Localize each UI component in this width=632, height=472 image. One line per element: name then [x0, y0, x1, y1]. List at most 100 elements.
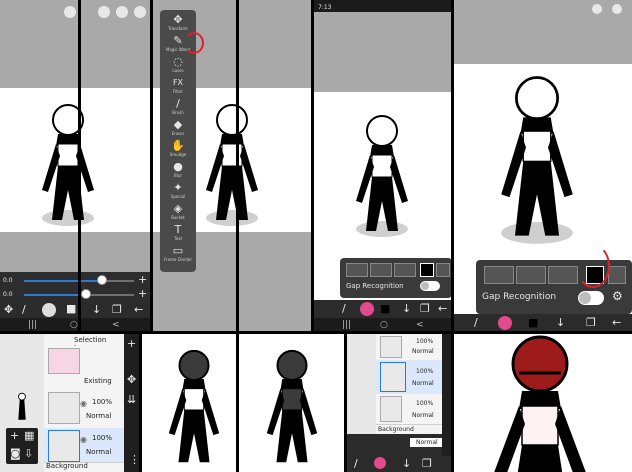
arrow-down-icon[interactable]: ↓	[402, 303, 411, 315]
gap-recognition-toggle[interactable]	[578, 291, 604, 305]
nav-back-button[interactable]: <	[416, 318, 424, 332]
layer-row[interactable]: 100% Normal	[376, 334, 442, 361]
panel-canvas-sliders: 0.0 + 0.0 + ✥ / ■ ↓ ❐ ← ||| ○ <	[0, 0, 152, 332]
gear-icon[interactable]: ⚙	[612, 290, 623, 302]
brush-icon[interactable]: /	[342, 303, 346, 315]
arrow-down-icon[interactable]: ↓	[402, 458, 411, 470]
select-new-button[interactable]	[346, 263, 368, 277]
character-drawing	[356, 115, 408, 237]
nav-recents-button[interactable]: |||	[28, 318, 37, 332]
color-wheel-icon[interactable]	[374, 457, 386, 469]
tool-filter[interactable]: FX Filter	[160, 77, 196, 94]
character-thumbnail	[18, 392, 26, 420]
separator	[344, 334, 347, 472]
layer-opacity: 100%	[92, 434, 113, 442]
color-swatch-icon[interactable]: ■	[528, 317, 538, 329]
slider-2-knob[interactable]	[80, 289, 91, 299]
color-swatch-icon[interactable]: ■	[66, 303, 76, 315]
layer-row[interactable]: ◉ 100% Normal	[44, 388, 124, 429]
merge-icon[interactable]: ⇊	[127, 394, 136, 406]
back-arrow-icon[interactable]: ←	[134, 304, 143, 316]
layers-icon[interactable]: ❐	[422, 458, 432, 470]
layer-row-selected[interactable]: ◉ 100% Normal	[44, 428, 124, 463]
palette-icon[interactable]	[612, 4, 622, 14]
tool-frame-divider[interactable]: ▭ Frame Divider	[160, 245, 196, 263]
tool-blur[interactable]: ● Blur	[160, 161, 196, 179]
settings-icon[interactable]	[98, 6, 110, 18]
back-arrow-icon[interactable]: ←	[438, 303, 447, 315]
layer-blend: Normal	[412, 380, 434, 387]
share-icon[interactable]	[64, 6, 76, 18]
character-drawing-dark	[266, 349, 318, 463]
tool-eraser[interactable]: ◆ Eraser	[160, 119, 196, 137]
canvas-top-area	[0, 0, 152, 88]
eye-icon[interactable]: ◉	[80, 434, 87, 446]
special-icon: ✦	[173, 181, 183, 194]
character-drawing	[206, 104, 258, 226]
grid-mode-button[interactable]	[608, 266, 626, 284]
tool-bucket[interactable]: ◈ Bucket	[160, 203, 196, 221]
gap-mode-button[interactable]	[420, 263, 434, 277]
brush-size-icon[interactable]	[116, 6, 128, 18]
add-layer-icon[interactable]: +	[10, 430, 19, 442]
move-icon[interactable]: ✥	[127, 374, 136, 386]
layer-blend: Normal	[412, 412, 434, 419]
tool-special[interactable]: ✦ Special	[160, 181, 196, 200]
brush-icon[interactable]: /	[354, 458, 358, 470]
settings-icon[interactable]	[592, 4, 602, 14]
arrow-down-icon[interactable]: ↓	[556, 317, 565, 329]
nav-back-button[interactable]: <	[112, 318, 120, 332]
select-new-button[interactable]	[484, 266, 514, 284]
grid-mode-button[interactable]	[436, 263, 450, 277]
tool-smudge[interactable]: ✋ Smudge	[160, 140, 196, 158]
nav-recents-button[interactable]: |||	[342, 318, 351, 332]
select-subtract-button[interactable]	[394, 263, 416, 277]
character-drawing	[168, 349, 220, 463]
import-icon[interactable]: ⇩	[24, 448, 33, 460]
color-swatch-icon[interactable]: ■	[380, 303, 390, 315]
tool-text[interactable]: T Text	[160, 224, 196, 242]
layer-copy-icon[interactable]: ▦	[24, 430, 34, 442]
back-arrow-icon[interactable]: ←	[612, 317, 621, 329]
panel-gap-recognition-large: Gap Recognition ⚙ / ■ ↓ ❐ ←	[452, 0, 632, 332]
brush-icon[interactable]: /	[22, 304, 26, 316]
color-wheel-icon[interactable]	[360, 302, 374, 316]
add-layer-icon[interactable]: +	[127, 338, 136, 350]
character-drawing	[501, 76, 573, 244]
nav-home-button[interactable]: ○	[70, 318, 78, 332]
select-subtract-button[interactable]	[548, 266, 578, 284]
select-add-button[interactable]	[370, 263, 392, 277]
tool-transform[interactable]: ✥ Transform	[160, 14, 196, 32]
slider-2-plus-button[interactable]: +	[138, 288, 147, 300]
color-wheel-icon[interactable]	[498, 316, 512, 330]
layer-row-selected[interactable]: 100% Normal	[376, 360, 442, 395]
canvas-bottom-area	[0, 232, 152, 272]
tool-lasso[interactable]: ◌ Lasso	[160, 56, 196, 74]
eye-icon[interactable]: ◉	[80, 398, 87, 410]
layers-icon[interactable]: ❐	[586, 317, 596, 329]
arrow-down-icon[interactable]: ↓	[92, 304, 101, 316]
separator	[150, 0, 153, 332]
layer-row[interactable]: 100% Normal	[376, 394, 442, 425]
canvas-top-area	[312, 12, 452, 92]
layers-icon[interactable]: ❐	[420, 303, 430, 315]
layers-icon[interactable]: ❐	[112, 304, 122, 316]
tool-brush[interactable]: / Brush	[160, 98, 196, 116]
camera-icon[interactable]: ◙	[10, 448, 21, 460]
slider-1-knob[interactable]	[97, 275, 107, 285]
slider-1-plus-button[interactable]: +	[138, 274, 147, 286]
blend-mode-select[interactable]: Normal	[410, 438, 444, 447]
palette-icon[interactable]	[134, 6, 146, 18]
layer-row-selection[interactable]	[44, 346, 124, 375]
panel-colored-character	[452, 334, 632, 472]
gap-recognition-toggle[interactable]	[420, 281, 440, 291]
color-wheel-icon[interactable]	[42, 303, 56, 317]
select-add-button[interactable]	[516, 266, 546, 284]
brush-icon[interactable]: /	[474, 317, 478, 329]
transform-icon[interactable]: ✥	[4, 304, 13, 316]
layer-row-existing[interactable]: Existing	[44, 374, 124, 389]
layer-thumbnail	[380, 396, 402, 422]
bottom-toolbar: / ■ ↓ ❐ ←	[312, 300, 452, 318]
nav-home-button[interactable]: ○	[380, 318, 388, 332]
status-bar: 7:13	[312, 0, 452, 12]
